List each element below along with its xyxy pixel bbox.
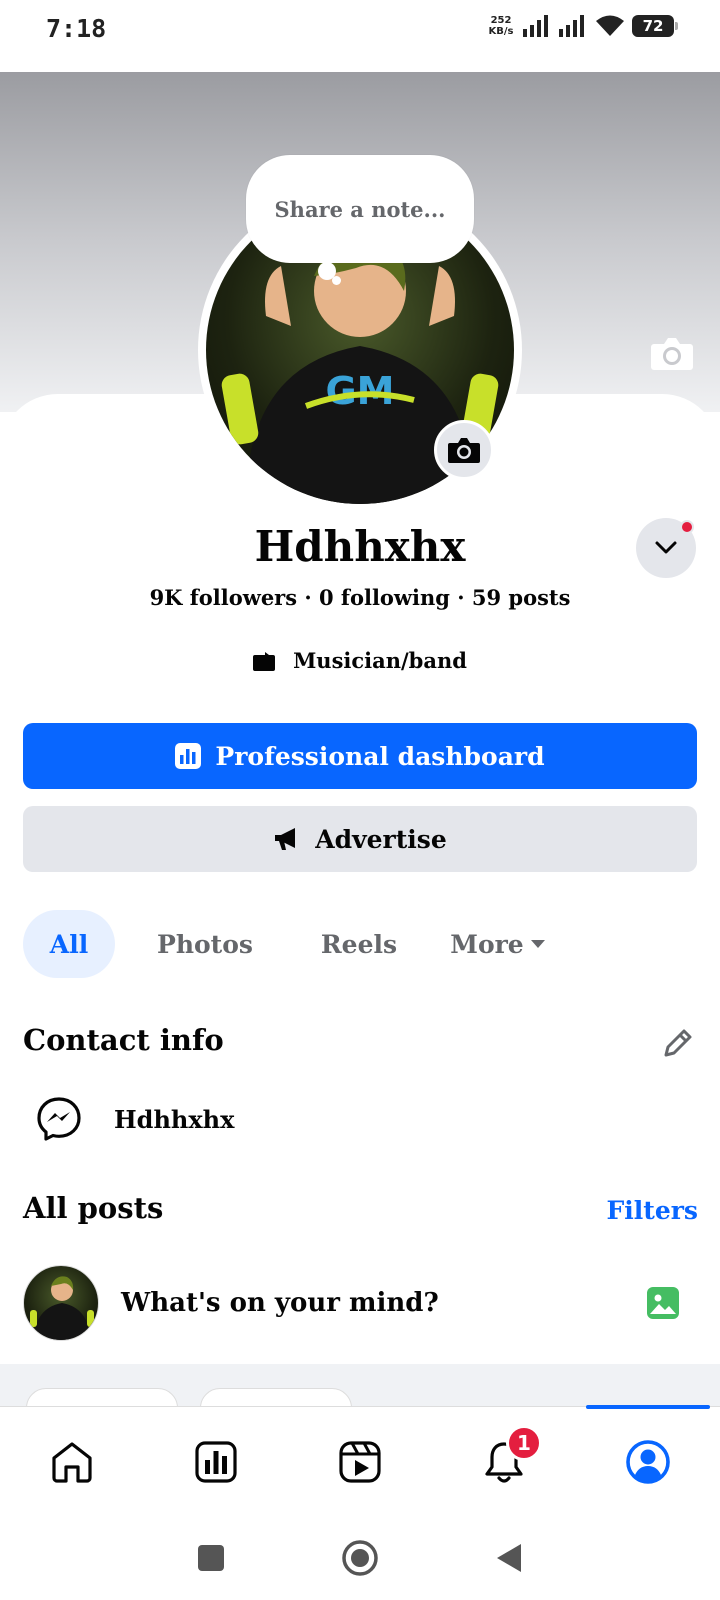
camera-icon[interactable] <box>650 334 694 372</box>
note-bubble[interactable]: Share a note... <box>246 155 474 263</box>
tab-more-label: More <box>450 929 524 959</box>
tab-all[interactable]: All <box>23 910 115 978</box>
status-time: 7:18 <box>46 14 107 43</box>
notification-badge: 1 <box>506 1425 542 1461</box>
profile-tabs: All Photos Reels More <box>23 910 573 978</box>
chevron-down-icon <box>655 541 677 554</box>
home-icon <box>52 1441 92 1483</box>
recents-icon[interactable] <box>197 1544 225 1572</box>
note-placeholder: Share a note... <box>274 196 446 222</box>
tab-photos[interactable]: Photos <box>115 910 295 978</box>
tab-reels-label: Reels <box>320 929 398 959</box>
reels-icon <box>339 1440 381 1483</box>
photo-icon[interactable] <box>647 1287 679 1319</box>
nav-home[interactable] <box>0 1407 144 1516</box>
professional-dashboard-label: Professional dashboard <box>215 741 545 771</box>
professional-dashboard-button[interactable]: Professional dashboard <box>23 723 697 789</box>
network-speed-unit: KB/s <box>488 26 514 37</box>
post-composer[interactable]: What's on your mind? <box>23 1265 697 1341</box>
messenger-contact[interactable]: Hdhhxhx <box>36 1096 234 1142</box>
contact-info-title: Contact info <box>23 1023 224 1057</box>
profile-icon <box>626 1439 670 1484</box>
status-bar: 7:18 252 KB/s 72 <box>0 0 720 72</box>
nav-dashboard[interactable] <box>144 1407 288 1516</box>
tab-reels[interactable]: Reels <box>295 910 423 978</box>
back-icon[interactable] <box>495 1542 523 1574</box>
profile-category: Musician/band <box>0 648 720 673</box>
wifi-icon <box>596 15 624 36</box>
tab-all-label: All <box>49 929 89 959</box>
system-navigation <box>0 1516 720 1600</box>
pencil-icon[interactable] <box>660 1025 696 1061</box>
messenger-icon <box>37 1097 81 1141</box>
avatar-thumbnail <box>30 1276 94 1340</box>
profile-name: Hdhhxhx <box>254 522 466 571</box>
nav-reels[interactable] <box>288 1407 432 1516</box>
caret-down-icon <box>530 940 545 948</box>
category-icon <box>253 651 276 671</box>
tab-more[interactable]: More <box>423 910 573 978</box>
composer-avatar <box>23 1265 99 1341</box>
svg-text:GM: GM <box>325 369 394 413</box>
filters-button[interactable]: Filters <box>607 1196 698 1225</box>
avatar-camera-button[interactable] <box>434 420 494 480</box>
notification-dot <box>680 520 694 534</box>
profile-menu-button[interactable] <box>636 518 696 578</box>
network-speed-value: 252 <box>490 15 512 26</box>
tab-photos-label: Photos <box>157 929 253 959</box>
messenger-name: Hdhhxhx <box>114 1104 235 1134</box>
camera-icon <box>448 438 480 463</box>
signal-icon-2 <box>559 15 584 37</box>
composer-placeholder: What's on your mind? <box>121 1288 439 1318</box>
megaphone-icon <box>275 828 296 850</box>
dashboard-icon <box>195 1440 237 1483</box>
profile-stats[interactable]: 9K followers · 0 following · 59 posts <box>0 585 720 610</box>
nav-notifications[interactable]: 1 <box>432 1407 576 1516</box>
advertise-label: Advertise <box>315 824 447 854</box>
network-speed: 252 KB/s <box>486 15 516 37</box>
battery-indicator: 72 <box>632 15 678 37</box>
bottom-navigation: 1 <box>0 1405 720 1516</box>
active-tab-indicator <box>586 1405 710 1409</box>
category-label: Musician/band <box>293 648 467 673</box>
nav-profile[interactable] <box>576 1405 720 1516</box>
home-button-icon[interactable] <box>341 1539 379 1577</box>
note-bubble-tail-small <box>332 276 341 285</box>
status-icons: 252 KB/s 72 <box>486 14 678 38</box>
advertise-button[interactable]: Advertise <box>23 806 697 872</box>
dashboard-icon <box>175 743 202 769</box>
signal-icon <box>523 15 548 37</box>
all-posts-title: All posts <box>23 1191 164 1225</box>
